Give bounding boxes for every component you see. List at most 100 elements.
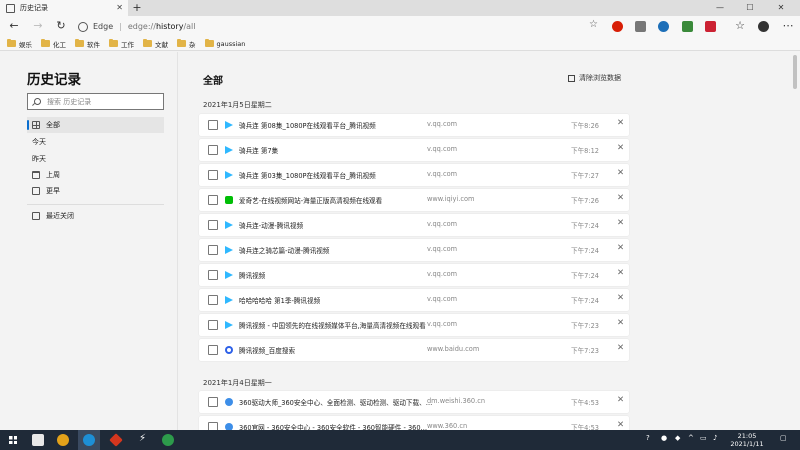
sidebar-item-recently-closed[interactable]: 最近关闭 bbox=[27, 208, 164, 224]
more-menu-icon[interactable]: ⋯ bbox=[781, 19, 795, 33]
360-icon bbox=[225, 398, 233, 406]
row-time: 下午7:23 bbox=[571, 347, 599, 355]
row-checkbox[interactable] bbox=[208, 170, 218, 180]
sidebar-item-last-week[interactable]: 上周 bbox=[27, 167, 164, 183]
sidebar-item-all[interactable]: 全部 bbox=[27, 117, 164, 133]
remove-entry-icon[interactable]: ✕ bbox=[617, 318, 624, 328]
tencent-video-icon bbox=[225, 146, 233, 154]
history-row[interactable]: 哈哈哈哈哈 第1季-腾讯视频 v.qq.com 下午7:24 ✕ bbox=[199, 289, 629, 311]
extension-blue-icon[interactable] bbox=[658, 21, 669, 32]
row-checkbox[interactable] bbox=[208, 345, 218, 355]
row-checkbox[interactable] bbox=[208, 397, 218, 407]
row-checkbox[interactable] bbox=[208, 145, 218, 155]
tab-close-icon[interactable]: ✕ bbox=[116, 3, 123, 12]
extension-red-icon[interactable] bbox=[612, 21, 623, 32]
clear-browsing-data-button[interactable]: 清除浏览数据 bbox=[568, 73, 621, 83]
network-tray-icon[interactable]: ▭ bbox=[700, 434, 707, 442]
remove-entry-icon[interactable]: ✕ bbox=[617, 218, 624, 228]
favorites-icon[interactable]: ☆ bbox=[733, 19, 747, 33]
tencent-video-icon bbox=[225, 321, 233, 329]
refresh-button[interactable]: ↻ bbox=[54, 19, 68, 33]
tencent-video-icon bbox=[225, 121, 233, 129]
sidebar-item-today[interactable]: 今天 bbox=[27, 134, 794, 150]
windows-start-icon[interactable] bbox=[9, 436, 17, 444]
chrome-app-icon[interactable] bbox=[57, 434, 69, 446]
favorite-star-icon[interactable]: ☆ bbox=[589, 19, 598, 30]
address-bar[interactable]: Edge | edge://history/all ☆ bbox=[78, 18, 606, 35]
remove-entry-icon[interactable]: ✕ bbox=[617, 193, 624, 203]
sidebar-item-older[interactable]: 更早 bbox=[27, 183, 164, 199]
favorite-folder[interactable]: gaussian bbox=[204, 38, 246, 48]
bolt-app-icon[interactable]: ⚡ bbox=[139, 433, 146, 444]
row-checkbox[interactable] bbox=[208, 270, 218, 280]
tencent-video-icon bbox=[225, 221, 233, 229]
minimize-button[interactable]: — bbox=[705, 0, 735, 16]
tencent-video-icon bbox=[225, 271, 233, 279]
green-app-icon[interactable] bbox=[162, 434, 174, 446]
history-row[interactable]: 骑兵连-动漫-腾讯视频 v.qq.com 下午7:24 ✕ bbox=[199, 214, 629, 236]
store-app-icon[interactable] bbox=[32, 434, 44, 446]
favorite-folder[interactable]: 杂 bbox=[177, 38, 196, 49]
back-button[interactable]: ← bbox=[7, 19, 21, 33]
remove-entry-icon[interactable]: ✕ bbox=[617, 420, 624, 430]
history-row[interactable]: 骑兵连 第7集 v.qq.com 下午8:12 ✕ bbox=[199, 139, 629, 161]
row-checkbox[interactable] bbox=[208, 320, 218, 330]
row-title: 360官网 - 360安全中心 - 360安全软件 - 360智能硬件 - 36… bbox=[239, 424, 428, 430]
show-hidden-icons[interactable]: ^ bbox=[688, 434, 694, 442]
taskbar-clock[interactable]: 21:05 2021/1/11 bbox=[727, 432, 767, 448]
remove-entry-icon[interactable]: ✕ bbox=[617, 395, 624, 405]
extension-reader-icon[interactable] bbox=[635, 21, 646, 32]
row-checkbox[interactable] bbox=[208, 295, 218, 305]
row-checkbox[interactable] bbox=[208, 220, 218, 230]
maximize-button[interactable]: ☐ bbox=[735, 0, 765, 16]
sidebar-item-yesterday[interactable]: 昨天 bbox=[27, 151, 794, 167]
remove-entry-icon[interactable]: ✕ bbox=[617, 343, 624, 353]
favorite-folder[interactable]: 化工 bbox=[41, 38, 66, 49]
row-checkbox[interactable] bbox=[208, 245, 218, 255]
history-row[interactable]: 爱奇艺-在线视频网站-海量正版高清视频在线观看 www.iqiyi.com 下午… bbox=[199, 189, 629, 211]
favorite-folder[interactable]: 文献 bbox=[143, 38, 168, 49]
360-icon bbox=[225, 423, 233, 430]
history-row[interactable]: 骑兵连之骑芯篇-动漫-腾讯视频 v.qq.com 下午7:24 ✕ bbox=[199, 239, 629, 261]
shield-tray-icon[interactable]: ◆ bbox=[675, 434, 680, 442]
scrollbar-thumb[interactable] bbox=[793, 55, 797, 89]
history-row[interactable]: 360官网 - 360安全中心 - 360安全软件 - 360智能硬件 - 36… bbox=[199, 416, 629, 430]
close-window-button[interactable]: ✕ bbox=[766, 0, 796, 16]
address-path: /all bbox=[183, 22, 196, 31]
history-row[interactable]: 腾讯视频 - 中国领先的在线视频媒体平台,海量高清视频在线观看 v.qq.com… bbox=[199, 314, 629, 336]
history-row[interactable]: 腾讯视频 v.qq.com 下午7:24 ✕ bbox=[199, 264, 629, 286]
history-row[interactable]: 360驱动大师_360安全中心、全面检测、驱动检测、驱动下载、… dm.weis… bbox=[199, 391, 629, 413]
history-row[interactable]: 骑兵连 第08集_1080P在线观看平台_腾讯视频 v.qq.com 下午8:2… bbox=[199, 114, 629, 136]
wechat-tray-icon[interactable]: ● bbox=[661, 434, 667, 442]
extension-grid-icon[interactable] bbox=[705, 21, 716, 32]
history-row[interactable]: 骑兵连 第03集_1080P在线观看平台_腾讯视频 v.qq.com 下午7:2… bbox=[199, 164, 629, 186]
remove-entry-icon[interactable]: ✕ bbox=[617, 268, 624, 278]
favorite-folder-label: gaussian bbox=[216, 39, 246, 48]
remove-entry-icon[interactable]: ✕ bbox=[617, 168, 624, 178]
new-tab-button[interactable]: + bbox=[130, 1, 144, 14]
favorite-folder[interactable]: 娱乐 bbox=[7, 38, 32, 49]
red-app-icon[interactable] bbox=[109, 433, 123, 447]
favorite-folder[interactable]: 软件 bbox=[75, 38, 100, 49]
row-checkbox[interactable] bbox=[208, 120, 218, 130]
notification-icon[interactable]: ▢ bbox=[780, 434, 787, 442]
tab-history[interactable]: 历史记录 ✕ bbox=[0, 0, 128, 16]
volume-tray-icon[interactable]: ♪ bbox=[713, 434, 717, 442]
extension-green-icon[interactable] bbox=[682, 21, 693, 32]
favorite-folder[interactable]: 工作 bbox=[109, 38, 134, 49]
history-search-input[interactable]: 搜索 历史记录 bbox=[27, 93, 164, 110]
edge-app-icon[interactable] bbox=[83, 434, 95, 446]
row-domain: v.qq.com bbox=[427, 320, 458, 328]
scrollbar[interactable] bbox=[793, 52, 798, 430]
row-checkbox[interactable] bbox=[208, 422, 218, 430]
profile-avatar[interactable] bbox=[758, 21, 769, 32]
history-row[interactable]: 腾讯视频_百度搜索 www.baidu.com 下午7:23 ✕ bbox=[199, 339, 629, 361]
row-checkbox[interactable] bbox=[208, 195, 218, 205]
remove-entry-icon[interactable]: ✕ bbox=[617, 143, 624, 153]
forward-button[interactable]: → bbox=[31, 19, 45, 33]
remove-entry-icon[interactable]: ✕ bbox=[617, 118, 624, 128]
remove-entry-icon[interactable]: ✕ bbox=[617, 293, 624, 303]
help-tray-icon[interactable]: ? bbox=[646, 434, 650, 442]
edge-page-icon bbox=[78, 21, 88, 32]
remove-entry-icon[interactable]: ✕ bbox=[617, 243, 624, 253]
